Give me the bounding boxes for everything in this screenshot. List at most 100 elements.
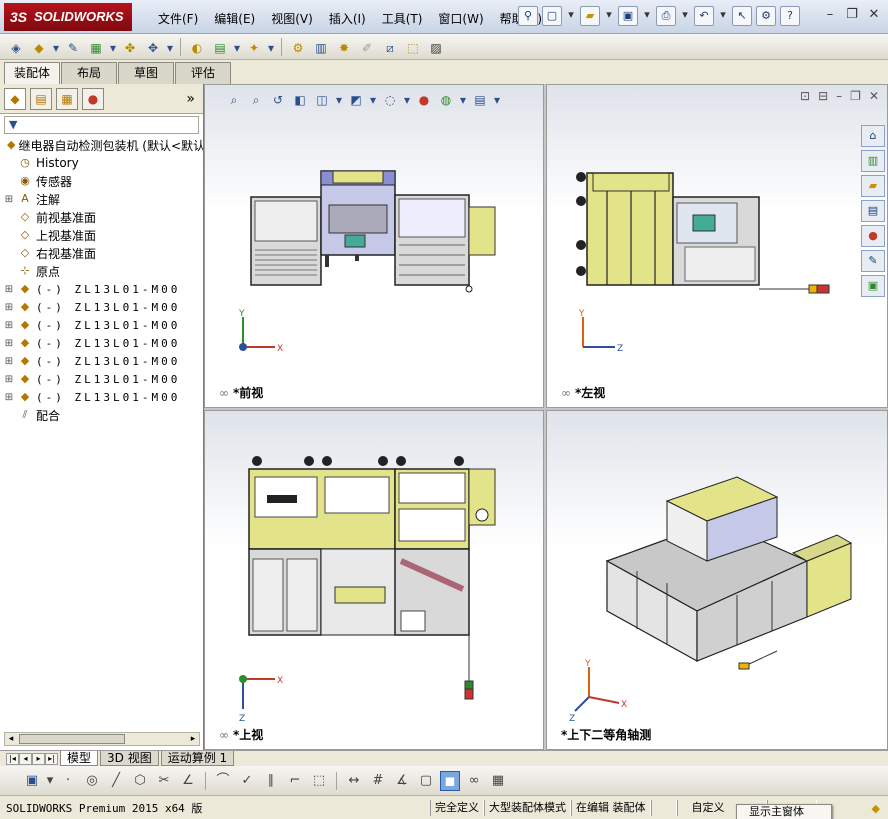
new-motion-study-icon[interactable]: ⚙ bbox=[288, 37, 308, 57]
home-icon[interactable]: ⌂ bbox=[861, 125, 885, 147]
open-folder-icon[interactable]: ▰ bbox=[580, 6, 600, 26]
expand-icon[interactable]: ⊞ bbox=[4, 374, 14, 385]
first-tab-icon[interactable]: |◂ bbox=[6, 752, 19, 765]
tree-component[interactable]: ⊞ ◆ (-) ZL13L01-M00 bbox=[4, 370, 203, 388]
grid-icon[interactable]: # bbox=[368, 771, 388, 791]
bill-of-materials-icon[interactable]: ▥ bbox=[311, 37, 331, 57]
pin-icon[interactable]: ⚲ bbox=[518, 6, 538, 26]
circle-icon[interactable]: ◎ bbox=[82, 771, 102, 791]
tree-component[interactable]: ⊞ ◆ (-) ZL13L01-M00 bbox=[4, 388, 203, 406]
forum-icon[interactable]: ▣ bbox=[861, 275, 885, 297]
save-icon[interactable]: ▣ bbox=[618, 6, 638, 26]
shaded-box-icon[interactable]: ◼ bbox=[440, 770, 460, 791]
scroll-right-icon[interactable]: ▸ bbox=[187, 733, 199, 745]
tree-component[interactable]: ⊞ ◆ (-) ZL13L01-M00 bbox=[4, 280, 203, 298]
show-hidden-components-icon[interactable]: ◐ bbox=[187, 37, 207, 57]
reference-geometry-icon[interactable]: ✦ bbox=[244, 37, 264, 57]
expand-icon[interactable]: ⊞ bbox=[4, 302, 14, 313]
appearances-icon[interactable]: ● bbox=[861, 225, 885, 247]
solidworks-logo[interactable]: 3S SOLIDWORKS bbox=[4, 3, 132, 31]
table-icon[interactable]: ▦ bbox=[488, 771, 508, 791]
tree-component[interactable]: ⊞ ◆ (-) ZL13L01-M00 bbox=[4, 298, 203, 316]
expand-icon[interactable]: ⊞ bbox=[4, 356, 14, 367]
tab-layout[interactable]: 布局 bbox=[61, 62, 117, 84]
linear-pattern-icon[interactable]: ▦ bbox=[86, 37, 106, 57]
chevron-down-icon[interactable]: ▾ bbox=[718, 6, 728, 26]
help-icon[interactable]: ? bbox=[780, 6, 800, 26]
viewport-left[interactable]: ⊡ ⊟ – ❐ ✕ Y Z ∞ *左视 ⌂ ▥ ▰ ▤ ● ✎ ▣ bbox=[546, 84, 888, 408]
insert-components-icon[interactable]: ◆ bbox=[29, 37, 49, 57]
chevron-down-icon[interactable]: ▾ bbox=[680, 6, 690, 26]
display-manager-tab-icon[interactable]: ● bbox=[82, 87, 104, 110]
horizontal-dimension-icon[interactable]: ↔ bbox=[344, 771, 364, 791]
restore-icon[interactable]: ❐ bbox=[844, 8, 860, 24]
mate-icon[interactable]: ✎ bbox=[63, 37, 83, 57]
smart-fasteners-icon[interactable]: ✤ bbox=[120, 37, 140, 57]
box-icon[interactable]: ▢ bbox=[416, 771, 436, 791]
tree-root[interactable]: ◆ 继电器自动检测包装机 (默认<默认_显示状态-1>) bbox=[4, 136, 203, 154]
tree-node-6[interactable]: ◇ 右视基准面 bbox=[4, 244, 203, 262]
tab-model[interactable]: 模型 bbox=[60, 751, 99, 766]
tree-node-1[interactable]: ◷ History bbox=[4, 154, 203, 172]
angle-icon[interactable]: ∠ bbox=[178, 771, 198, 791]
parallel-icon[interactable]: ∥ bbox=[261, 771, 281, 791]
design-library-icon[interactable]: ▥ bbox=[861, 150, 885, 172]
expand-icon[interactable]: ⊞ bbox=[4, 338, 14, 349]
select-pointer-icon[interactable]: ↖ bbox=[732, 6, 752, 26]
chevron-down-icon[interactable]: ▾ bbox=[46, 771, 54, 791]
close-icon[interactable]: ✕ bbox=[866, 8, 882, 24]
menu-file[interactable]: 文件(F) bbox=[150, 10, 206, 27]
polygon-icon[interactable]: ⬡ bbox=[130, 771, 150, 791]
rebuild-icon[interactable]: ⚙ bbox=[756, 6, 776, 26]
horizontal-scrollbar[interactable]: ◂ ▸ bbox=[4, 732, 200, 746]
close-icon[interactable]: ✕ bbox=[869, 89, 879, 103]
tree-component[interactable]: ⊞ ◆ (-) ZL13L01-M00 bbox=[4, 352, 203, 370]
view-palette-icon[interactable]: ▤ bbox=[861, 200, 885, 222]
tab-assembly[interactable]: 装配体 bbox=[4, 62, 60, 84]
angle-dimension-icon[interactable]: ∡ bbox=[392, 771, 412, 791]
check-icon[interactable]: ✓ bbox=[237, 771, 257, 791]
tree-node-2[interactable]: ◉ 传感器 bbox=[4, 172, 203, 190]
chevron-down-icon[interactable]: ▾ bbox=[233, 37, 241, 57]
minimize-icon[interactable]: – bbox=[822, 8, 838, 24]
expand-icon[interactable]: ⊞ bbox=[4, 284, 14, 295]
explode-line-sketch-icon[interactable]: ✐ bbox=[357, 37, 377, 57]
large-assembly-mode-icon[interactable]: ▨ bbox=[426, 37, 446, 57]
chevron-down-icon[interactable]: ▾ bbox=[109, 37, 117, 57]
feature-manager-tab-icon[interactable]: ◆ bbox=[4, 87, 26, 110]
print-icon[interactable]: ⎙ bbox=[656, 6, 676, 26]
tree-filter[interactable]: ▼ bbox=[4, 116, 199, 134]
exploded-view-icon[interactable]: ✸ bbox=[334, 37, 354, 57]
dashed-rectangle-icon[interactable]: ⬚ bbox=[309, 771, 329, 791]
chevron-down-icon[interactable]: ▾ bbox=[642, 6, 652, 26]
viewport-isometric[interactable]: Y X Z *上下二等角轴测 bbox=[546, 410, 888, 750]
menu-tools[interactable]: 工具(T) bbox=[374, 10, 431, 27]
interference-detection-icon[interactable]: ⧄ bbox=[380, 37, 400, 57]
edit-component-icon[interactable]: ◈ bbox=[6, 37, 26, 57]
viewport-front[interactable]: ⌕ ⌕ ↺ ◧ ◫ ▾ ◩ ▾ ◌ ▾ ● ◍ ▾ ▤ ▾ Y X ∞ *前视 bbox=[204, 84, 544, 408]
configuration-manager-tab-icon[interactable]: ▦ bbox=[56, 87, 78, 110]
tab-sketch[interactable]: 草图 bbox=[118, 62, 174, 84]
trim-icon[interactable]: ✂ bbox=[154, 771, 174, 791]
custom-properties-icon[interactable]: ✎ bbox=[861, 250, 885, 272]
corner-icon[interactable]: ⌐ bbox=[285, 771, 305, 791]
expand-icon[interactable]: ⊞ bbox=[4, 194, 14, 205]
next-tab-icon[interactable]: ▸ bbox=[32, 752, 45, 765]
property-manager-tab-icon[interactable]: ▤ bbox=[30, 87, 52, 110]
chevron-down-icon[interactable]: ▾ bbox=[166, 37, 174, 57]
assembly-features-icon[interactable]: ▤ bbox=[210, 37, 230, 57]
chevron-down-icon[interactable]: ▾ bbox=[52, 37, 60, 57]
expand-icon[interactable]: ⊞ bbox=[4, 320, 14, 331]
new-document-icon[interactable]: ▢ bbox=[542, 6, 562, 26]
tree-component[interactable]: ⊞ ◆ (-) ZL13L01-M00 bbox=[4, 316, 203, 334]
point-icon[interactable]: · bbox=[58, 771, 78, 791]
line-icon[interactable]: ╱ bbox=[106, 771, 126, 791]
instant3d-icon[interactable]: ⬚ bbox=[403, 37, 423, 57]
scrollbar-thumb[interactable] bbox=[19, 734, 125, 744]
show-main-window-popup[interactable]: 显示主窗体 bbox=[736, 804, 832, 819]
tab-motion-study[interactable]: 运动算例 1 bbox=[160, 751, 235, 766]
tree-node-3[interactable]: ⊞ A 注解 bbox=[4, 190, 203, 208]
fillet-icon[interactable]: ⌒ bbox=[213, 771, 233, 791]
menu-insert[interactable]: 插入(I) bbox=[321, 10, 374, 27]
menu-window[interactable]: 窗口(W) bbox=[430, 10, 491, 27]
